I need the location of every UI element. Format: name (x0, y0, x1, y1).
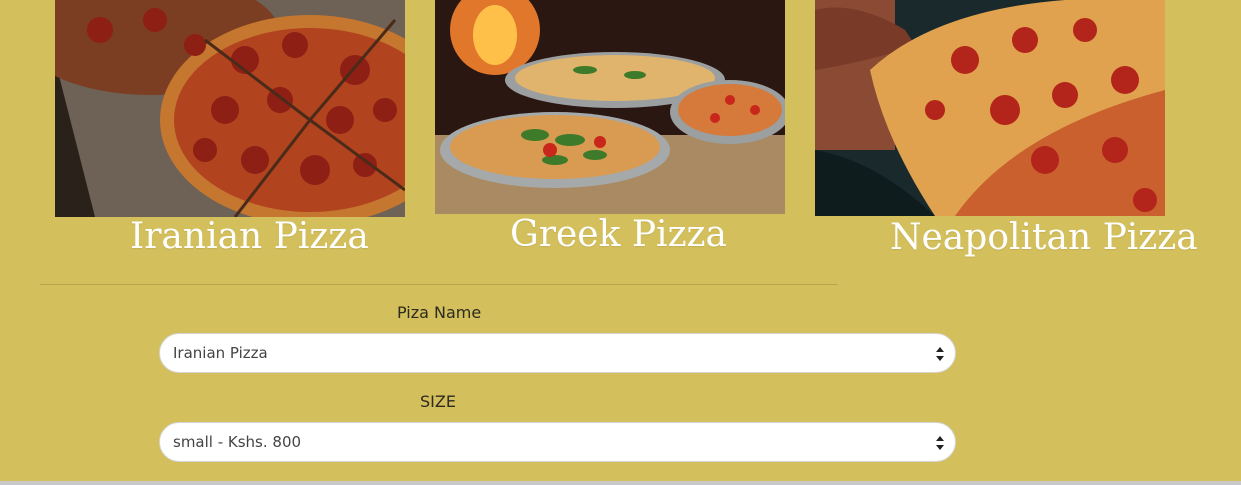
pizza-card-iranian: Iranian Pizza (55, 0, 405, 257)
size-select[interactable]: small - Kshs. 800 (159, 422, 956, 462)
pizza-title-neapolitan: Neapolitan Pizza (890, 217, 1198, 258)
size-label: SIZE (420, 392, 456, 411)
divider (40, 284, 838, 285)
pizza-card-greek: Greek Pizza (435, 0, 785, 255)
pizzas-on-stands-image (435, 0, 785, 214)
pizza-name-label: Piza Name (397, 303, 482, 322)
pizza-name-select[interactable]: Iranian Pizza (159, 333, 956, 373)
select-arrows-icon (936, 347, 944, 361)
pizza-name-select-value: Iranian Pizza (173, 344, 268, 362)
page-bottom-border (0, 481, 1241, 485)
size-select-value: small - Kshs. 800 (173, 433, 302, 451)
pizza-card-neapolitan: Neapolitan Pizza (815, 0, 1198, 258)
pepperoni-pizza-image (55, 0, 405, 217)
pizza-title-iranian: Iranian Pizza (130, 216, 369, 257)
select-arrows-icon (936, 436, 944, 450)
pizza-slice-hand-image (815, 0, 1165, 216)
pizza-title-greek: Greek Pizza (510, 214, 727, 255)
